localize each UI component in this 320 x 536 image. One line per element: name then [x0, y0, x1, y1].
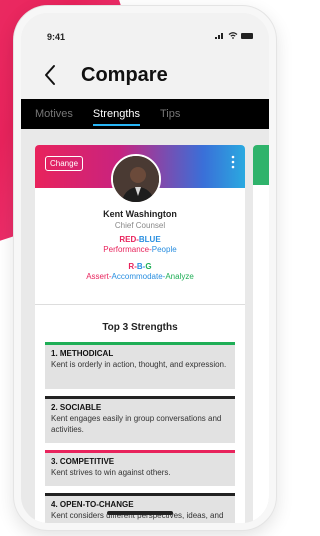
- primary-code-red: RED: [119, 235, 137, 244]
- secondary-subtitle-red: Assert: [86, 272, 109, 281]
- primary-subtitle: Performance-People: [35, 245, 245, 254]
- strength-title: 3. COMPETITIVE: [51, 457, 115, 466]
- tab-strengths[interactable]: Strengths: [92, 99, 141, 129]
- profile-role: Chief Counsel: [114, 221, 166, 230]
- profile-card: Change Kent Washington Chief Counsel RED…: [35, 145, 245, 523]
- page-title: Compare: [81, 64, 168, 86]
- strength-title: 2. SOCIABLE: [51, 403, 102, 412]
- tab-bar: Motives Strengths Tips: [21, 99, 269, 129]
- page-header: Compare: [21, 53, 269, 99]
- strength-item: 3. COMPETITIVE Kent strives to win again…: [45, 450, 235, 486]
- home-indicator: [107, 511, 173, 515]
- section-divider: [35, 304, 245, 305]
- primary-code: RED-BLUE: [35, 235, 245, 244]
- primary-code-blue: BLUE: [138, 235, 161, 244]
- primary-subtitle-red: Performance: [103, 245, 150, 254]
- person-photo-icon: [113, 156, 159, 202]
- strength-description: Kent engages easily in group conversatio…: [51, 414, 222, 434]
- strength-title: 1. METHODICAL: [51, 349, 114, 358]
- avatar: [111, 154, 161, 204]
- status-bar: 9:41: [21, 13, 269, 53]
- wifi-icon: [228, 32, 238, 39]
- app-screen: 9:41 Compare Motives Strengths Tips Chan…: [21, 13, 269, 523]
- strength-title: 4. OPEN-TO-CHANGE: [51, 500, 134, 509]
- strength-item: 4. OPEN-TO-CHANGE Kent considers differe…: [45, 493, 235, 523]
- back-chevron-icon[interactable]: [42, 63, 58, 87]
- primary-subtitle-blue: People: [151, 245, 177, 254]
- tab-tips[interactable]: Tips: [160, 99, 180, 129]
- strength-item: 2. SOCIABLE Kent engages easily in group…: [45, 396, 235, 443]
- next-card-peek[interactable]: [253, 145, 269, 523]
- status-icons: [215, 32, 253, 39]
- profile-info: Kent Washington Chief Counsel RED-BLUE P…: [35, 209, 245, 281]
- next-card-header: [253, 145, 269, 185]
- signal-icon: [215, 33, 223, 39]
- more-vertical-icon[interactable]: [231, 155, 235, 169]
- strength-description: Kent is orderly in action, thought, and …: [51, 360, 227, 369]
- tab-motives[interactable]: Motives: [35, 99, 73, 129]
- strength-item: 1. METHODICAL Kent is orderly in action,…: [45, 342, 235, 389]
- secondary-code-g: G: [145, 262, 152, 271]
- phone-frame: 9:41 Compare Motives Strengths Tips Chan…: [14, 6, 276, 530]
- secondary-subtitle: Assert-Accommodate-Analyze: [35, 272, 245, 281]
- secondary-code: R-B-G: [35, 262, 245, 271]
- status-time: 9:41: [47, 32, 66, 42]
- secondary-subtitle-blue: Accommodate: [111, 272, 163, 281]
- change-button[interactable]: Change: [45, 156, 84, 171]
- battery-icon: [241, 32, 253, 39]
- secondary-subtitle-green: Analyze: [165, 272, 194, 281]
- strengths-title: Top 3 Strengths: [102, 322, 178, 333]
- strength-description: Kent strives to win against others.: [51, 468, 171, 477]
- card-carousel: Change Kent Washington Chief Counsel RED…: [21, 129, 269, 523]
- profile-name: Kent Washington: [103, 209, 177, 219]
